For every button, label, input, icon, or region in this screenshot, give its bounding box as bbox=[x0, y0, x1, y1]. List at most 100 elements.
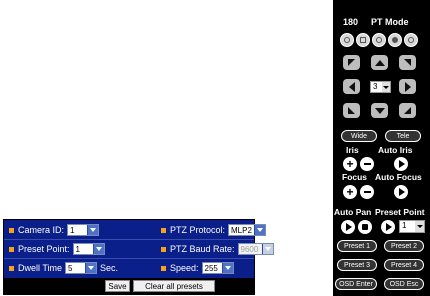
ptz-mode-label: PT Mode bbox=[371, 17, 409, 27]
auto-focus-label: Auto Focus bbox=[375, 172, 422, 182]
osd-enter-button[interactable]: OSD Enter bbox=[335, 278, 377, 290]
config-row-1: Camera ID: 1 PTZ Protocol: MLP2 bbox=[4, 221, 267, 239]
shield-inner bbox=[344, 37, 350, 43]
bullet-icon bbox=[161, 265, 166, 271]
target-icon[interactable] bbox=[372, 33, 386, 47]
bullet-icon bbox=[9, 265, 14, 271]
config-footer: Save Clear all presets bbox=[4, 278, 254, 294]
speed-field: Speed: 255 bbox=[161, 259, 234, 277]
arrow-up-left-icon bbox=[348, 59, 355, 66]
shield-icon[interactable] bbox=[340, 33, 354, 47]
camera-id-select[interactable]: 1 bbox=[67, 224, 100, 236]
grid-icon[interactable] bbox=[356, 33, 370, 47]
dwell-time-field: Dwell Time 5 Sec. bbox=[9, 259, 118, 277]
ptz-protocol-field: PTZ Protocol: MLP2 bbox=[161, 221, 267, 239]
goto-preset-button[interactable] bbox=[381, 220, 395, 234]
speed-value: 255 bbox=[204, 263, 218, 273]
bullet-icon bbox=[9, 246, 14, 252]
chevron-down-icon bbox=[254, 225, 266, 235]
dwell-time-unit: Sec. bbox=[100, 263, 119, 273]
target-inner bbox=[376, 37, 382, 43]
auto-pan-stop-button[interactable] bbox=[358, 220, 372, 234]
pan-up-right-button[interactable] bbox=[399, 55, 416, 70]
bullet-icon bbox=[161, 246, 166, 252]
dwell-time-label: Dwell Time bbox=[18, 263, 63, 273]
speed-select[interactable]: 255 bbox=[201, 262, 234, 274]
ptz-baud-rate-label: PTZ Baud Rate: bbox=[170, 244, 235, 254]
minus-icon bbox=[363, 163, 371, 165]
zoom-wide-button[interactable]: Wide bbox=[341, 130, 377, 142]
preset-2-button[interactable]: Preset 2 bbox=[384, 240, 424, 252]
speed-label: Speed: bbox=[170, 263, 199, 273]
record-icon[interactable] bbox=[404, 33, 418, 47]
focus-label: Focus bbox=[342, 172, 368, 182]
arrow-right-icon bbox=[404, 81, 411, 92]
chevron-down-icon bbox=[92, 244, 104, 254]
chevron-down-icon bbox=[85, 263, 97, 273]
preset-point-label: Preset Point bbox=[375, 207, 425, 217]
config-row-2: Preset Point: 1 PTZ Baud Rate: 9600 bbox=[4, 240, 274, 258]
pan-left-button[interactable] bbox=[343, 79, 360, 94]
ptz-control-panel: 180 PT Mode 3 Wide Tele Iris Auto Iris +… bbox=[333, 0, 430, 296]
auto-iris-label: Auto Iris bbox=[378, 145, 413, 155]
config-row-3: Dwell Time 5 Sec. Speed: 255 bbox=[4, 259, 254, 277]
ptz-protocol-select[interactable]: MLP2 bbox=[228, 224, 267, 236]
arrow-down-icon bbox=[374, 107, 385, 114]
iris-close-button[interactable] bbox=[360, 157, 374, 171]
preset-point-label: Preset Point: bbox=[18, 244, 70, 254]
arrow-up-icon bbox=[374, 59, 385, 66]
tilt-down-button[interactable] bbox=[371, 103, 388, 118]
play-icon bbox=[346, 223, 352, 231]
half-moon-inner bbox=[392, 37, 398, 43]
auto-focus-button[interactable] bbox=[394, 185, 408, 199]
preset-4-button[interactable]: Preset 4 bbox=[384, 259, 424, 271]
auto-iris-button[interactable] bbox=[394, 157, 408, 171]
preset-point-select[interactable]: 1 bbox=[72, 243, 105, 255]
chevron-down-icon bbox=[261, 244, 273, 254]
camera-id-field: Camera ID: 1 bbox=[9, 221, 100, 239]
preset-point-value: 1 bbox=[75, 244, 80, 254]
ptz-protocol-label: PTZ Protocol: bbox=[170, 225, 226, 235]
auto-pan-start-button[interactable] bbox=[341, 220, 355, 234]
dwell-time-select[interactable]: 5 bbox=[65, 262, 98, 274]
rotation-label: 180 bbox=[343, 17, 359, 27]
preset-3-button[interactable]: Preset 3 bbox=[337, 259, 377, 271]
tilt-up-button[interactable] bbox=[371, 55, 388, 70]
pan-right-button[interactable] bbox=[399, 79, 416, 94]
chevron-down-icon bbox=[87, 225, 99, 235]
plus-icon: + bbox=[346, 157, 354, 171]
preset-select-value: 1 bbox=[402, 221, 407, 230]
ptz-protocol-value: MLP2 bbox=[231, 225, 252, 235]
auto-pan-label: Auto Pan bbox=[334, 207, 372, 217]
focus-near-button[interactable]: + bbox=[343, 185, 357, 199]
camera-id-label: Camera ID: bbox=[18, 225, 65, 235]
arrow-down-left-icon bbox=[348, 107, 355, 114]
save-button[interactable]: Save bbox=[105, 280, 130, 292]
plus-icon: + bbox=[346, 185, 354, 199]
arrow-left-icon bbox=[348, 81, 355, 92]
preset-select[interactable]: 1 bbox=[399, 220, 425, 233]
pan-up-left-button[interactable] bbox=[343, 55, 360, 70]
zoom-tele-button[interactable]: Tele bbox=[385, 130, 421, 142]
ptz-speed-select[interactable]: 3 bbox=[370, 81, 391, 93]
focus-far-button[interactable] bbox=[360, 185, 374, 199]
preset-1-button[interactable]: Preset 1 bbox=[337, 240, 377, 252]
dwell-time-value: 5 bbox=[68, 263, 73, 273]
chevron-down-icon bbox=[382, 82, 390, 92]
osd-esc-button[interactable]: OSD Esc bbox=[384, 278, 424, 290]
minus-icon bbox=[363, 191, 371, 193]
iris-open-button[interactable]: + bbox=[343, 157, 357, 171]
ptz-config-panel: Camera ID: 1 PTZ Protocol: MLP2 Preset P… bbox=[3, 219, 274, 295]
stop-icon bbox=[362, 224, 368, 230]
play-icon bbox=[399, 188, 405, 196]
ptz-baud-rate-field: PTZ Baud Rate: 9600 bbox=[161, 240, 274, 258]
bullet-icon bbox=[9, 227, 14, 233]
arrow-up-right-icon bbox=[404, 59, 411, 66]
clear-all-presets-button[interactable]: Clear all presets bbox=[133, 280, 215, 292]
pan-down-right-button[interactable] bbox=[399, 103, 416, 118]
half-moon-icon[interactable] bbox=[388, 33, 402, 47]
preset-point-field: Preset Point: 1 bbox=[9, 240, 105, 258]
pan-down-left-button[interactable] bbox=[343, 103, 360, 118]
arrow-down-right-icon bbox=[404, 107, 411, 114]
chevron-down-icon bbox=[221, 263, 233, 273]
